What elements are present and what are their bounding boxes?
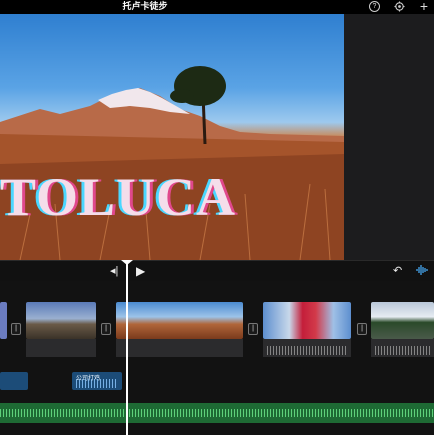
playback-controls: ◂| ▶ ↶ (0, 260, 434, 281)
clip-audio-bar (263, 339, 351, 357)
video-clip[interactable] (263, 302, 351, 339)
play-icon[interactable]: ▶ (136, 264, 145, 278)
undo-icon[interactable]: ↶ (393, 264, 402, 278)
video-clip[interactable] (116, 302, 243, 339)
timeline[interactable]: | | | | 公司打鸡 (0, 281, 434, 435)
transition-icon[interactable]: | (357, 323, 367, 335)
help-icon[interactable]: ? (369, 1, 380, 12)
video-clip[interactable] (371, 302, 434, 339)
audio-waveform (76, 379, 118, 388)
skip-to-start-icon[interactable]: ◂| (110, 264, 118, 278)
project-title: 托卢卡徒步 (122, 1, 168, 11)
gear-icon[interactable] (392, 0, 406, 14)
video-clip[interactable] (26, 302, 96, 339)
audio-waveform-icon[interactable] (416, 264, 428, 280)
audio-clip[interactable]: 公司打鸡 (72, 372, 122, 390)
video-clip[interactable] (0, 302, 7, 339)
transition-icon[interactable]: | (101, 323, 111, 335)
title-overlay-text: TOLUCA (0, 167, 237, 227)
clip-audio-bar (371, 339, 434, 357)
video-preview[interactable]: TOLUCA (0, 14, 344, 260)
side-panel (344, 14, 434, 260)
music-track[interactable] (0, 403, 434, 423)
clip-waveform (375, 346, 430, 355)
transition-icon[interactable]: | (11, 323, 21, 335)
top-bar: 托卢卡徒步 ? + (0, 0, 434, 14)
transition-icon[interactable]: | (248, 323, 258, 335)
playhead[interactable] (126, 262, 128, 435)
clip-waveform (267, 346, 347, 355)
clip-audio-bar (116, 339, 243, 357)
plus-icon[interactable]: + (417, 0, 431, 14)
audio-clip[interactable] (0, 372, 28, 390)
clip-audio-bar (26, 339, 96, 357)
